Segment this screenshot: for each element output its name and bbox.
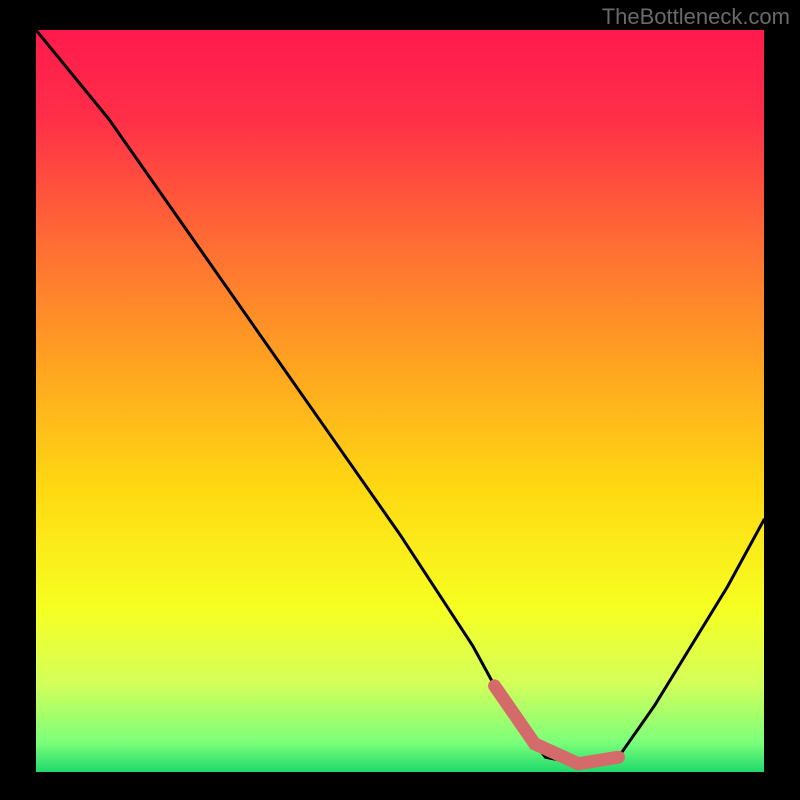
watermark-text: TheBottleneck.com xyxy=(602,4,790,30)
bottleneck-curve xyxy=(36,30,764,772)
chart-frame xyxy=(36,30,764,772)
